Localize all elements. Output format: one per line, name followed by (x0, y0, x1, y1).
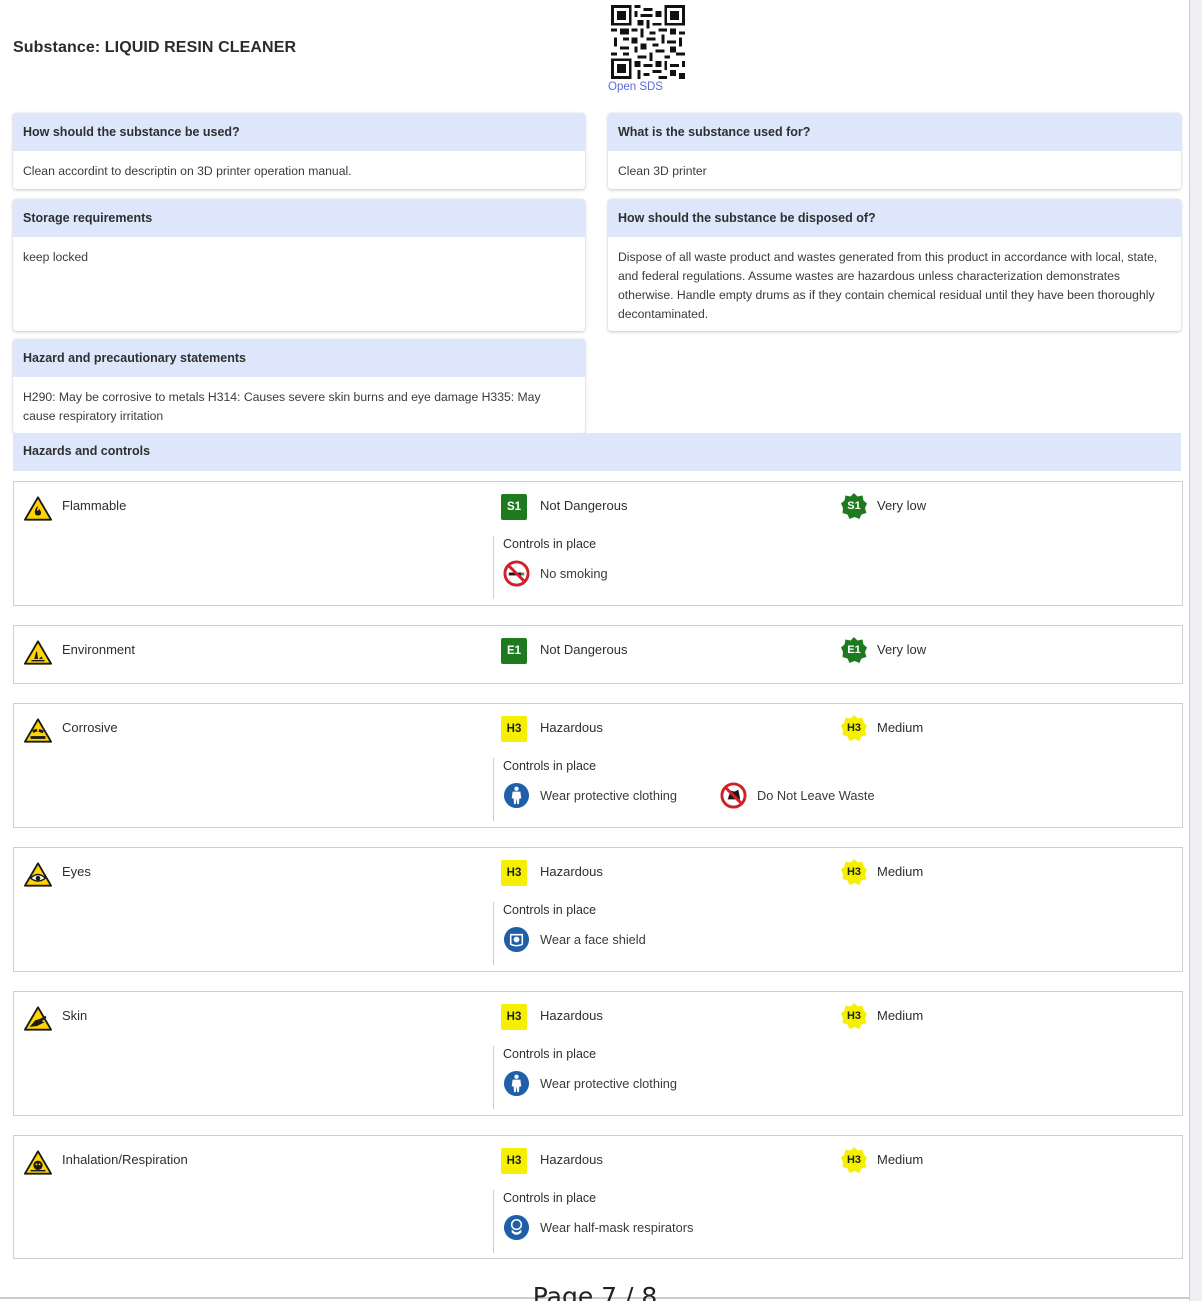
hazard-panel-skin: Skin H3 Hazardous H3 Medium Controls in … (13, 991, 1183, 1116)
severity-label: Hazardous (540, 864, 603, 879)
risk-badge: E1 (840, 636, 868, 664)
hazard-name: Corrosive (62, 720, 118, 735)
controls-divider (493, 536, 494, 599)
respirator-icon (503, 1214, 530, 1241)
severity-badge: H3 (501, 716, 527, 742)
controls-divider (493, 758, 494, 821)
severity-label: Hazardous (540, 1008, 603, 1023)
page-number: Page 7 / 8 (532, 1282, 658, 1301)
storage-card-title: Storage requirements (13, 199, 585, 237)
hazards-section-title: Hazards and controls (13, 433, 1181, 471)
controls-title: Controls in place (503, 1047, 597, 1061)
controls-title: Controls in place (503, 759, 597, 773)
control-label: Wear protective clothing (540, 788, 678, 803)
risk-code: S1 (847, 500, 861, 512)
risk-code: H3 (846, 1010, 862, 1022)
risk-label: Medium (877, 1152, 924, 1167)
corrosive-warning-icon (24, 718, 52, 743)
disposal-card: How should the substance be disposed of?… (608, 199, 1181, 331)
hazard-name: Flammable (62, 498, 127, 513)
inhalation-warning-icon (24, 1150, 52, 1175)
control-label: No smoking (540, 566, 608, 581)
purpose-card-body: Clean 3D printer (618, 164, 707, 178)
purpose-card: What is the substance used for? Clean 3D… (608, 113, 1181, 189)
controls-title: Controls in place (503, 903, 597, 917)
page-title: Substance: LIQUID RESIN CLEANER (13, 39, 297, 56)
hazard-panel-environment: Environment E1 Not Dangerous E1 Very low (13, 625, 1183, 684)
usage-card-body: Clean accordint to descriptin on 3D prin… (23, 164, 352, 178)
hazard-name: Inhalation/Respiration (62, 1152, 188, 1167)
hazard-name: Environment (62, 642, 135, 657)
no-smoking-icon (503, 560, 530, 587)
statements-card: Hazard and precautionary statements H290… (13, 339, 585, 433)
risk-label: Medium (877, 720, 924, 735)
risk-badge: H3 (840, 1002, 868, 1030)
risk-label: Very low (877, 642, 927, 657)
statements-card-body: H290: May be corrosive to metals H314: C… (23, 390, 541, 423)
risk-code: H3 (846, 866, 862, 878)
storage-card: Storage requirements keep locked (13, 199, 585, 331)
risk-code: H3 (846, 722, 862, 734)
open-sds-link[interactable]: Open SDS (608, 81, 663, 93)
hazard-name: Eyes (62, 864, 91, 879)
usage-card-title: How should the substance be used? (13, 113, 585, 151)
severity-badge: H3 (501, 860, 527, 886)
risk-label: Very low (877, 498, 927, 513)
control-label: Wear protective clothing (540, 1076, 678, 1091)
hazard-panel-inhalation: Inhalation/Respiration H3 Hazardous H3 M… (13, 1135, 1183, 1259)
controls-divider (493, 1046, 494, 1109)
controls-title: Controls in place (503, 537, 597, 551)
control-label: Do Not Leave Waste (757, 788, 875, 803)
risk-label: Medium (877, 1008, 924, 1023)
no-waste-icon (720, 782, 747, 809)
purpose-card-title: What is the substance used for? (608, 113, 1181, 151)
risk-label: Medium (877, 864, 924, 879)
severity-label: Hazardous (540, 1152, 603, 1167)
risk-badge: S1 (840, 492, 868, 520)
severity-badge: S1 (501, 494, 527, 520)
protective-clothing-icon (503, 1070, 530, 1097)
controls-title: Controls in place (503, 1191, 597, 1205)
severity-label: Not Dangerous (540, 498, 628, 513)
protective-clothing-icon (503, 782, 530, 809)
disposal-card-body: Dispose of all waste product and wastes … (618, 250, 1158, 321)
disposal-card-title: How should the substance be disposed of? (608, 199, 1181, 237)
risk-badge: H3 (840, 1146, 868, 1174)
severity-badge: H3 (501, 1148, 527, 1174)
risk-badge: H3 (840, 858, 868, 886)
skin-warning-icon (24, 1006, 52, 1031)
flame-warning-icon (24, 496, 52, 521)
control-label: Wear half-mask respirators (540, 1220, 694, 1235)
eye-warning-icon (24, 862, 52, 887)
severity-label: Hazardous (540, 720, 603, 735)
risk-code: E1 (847, 644, 861, 656)
controls-divider (493, 902, 494, 965)
controls-divider (493, 1190, 494, 1253)
hazard-panel-eyes: Eyes H3 Hazardous H3 Medium Controls in … (13, 847, 1183, 972)
control-label: Wear a face shield (540, 932, 646, 947)
face-shield-icon (503, 926, 530, 953)
risk-code: H3 (846, 1154, 862, 1166)
hazard-panel-corrosive: Corrosive H3 Hazardous H3 Medium Control… (13, 703, 1183, 828)
hazard-panel-flammable: Flammable S1 Not Dangerous S1 Very low C… (13, 481, 1183, 606)
statements-card-title: Hazard and precautionary statements (13, 339, 585, 377)
risk-badge: H3 (840, 714, 868, 742)
usage-card: How should the substance be used? Clean … (13, 113, 585, 189)
hazard-name: Skin (62, 1008, 88, 1023)
severity-badge: H3 (501, 1004, 527, 1030)
scrollbar-track[interactable] (1190, 0, 1202, 1301)
severity-label: Not Dangerous (540, 642, 628, 657)
storage-card-body: keep locked (23, 250, 89, 264)
qr-code-icon[interactable] (611, 5, 685, 79)
severity-badge: E1 (501, 638, 527, 664)
environment-warning-icon (24, 640, 52, 665)
